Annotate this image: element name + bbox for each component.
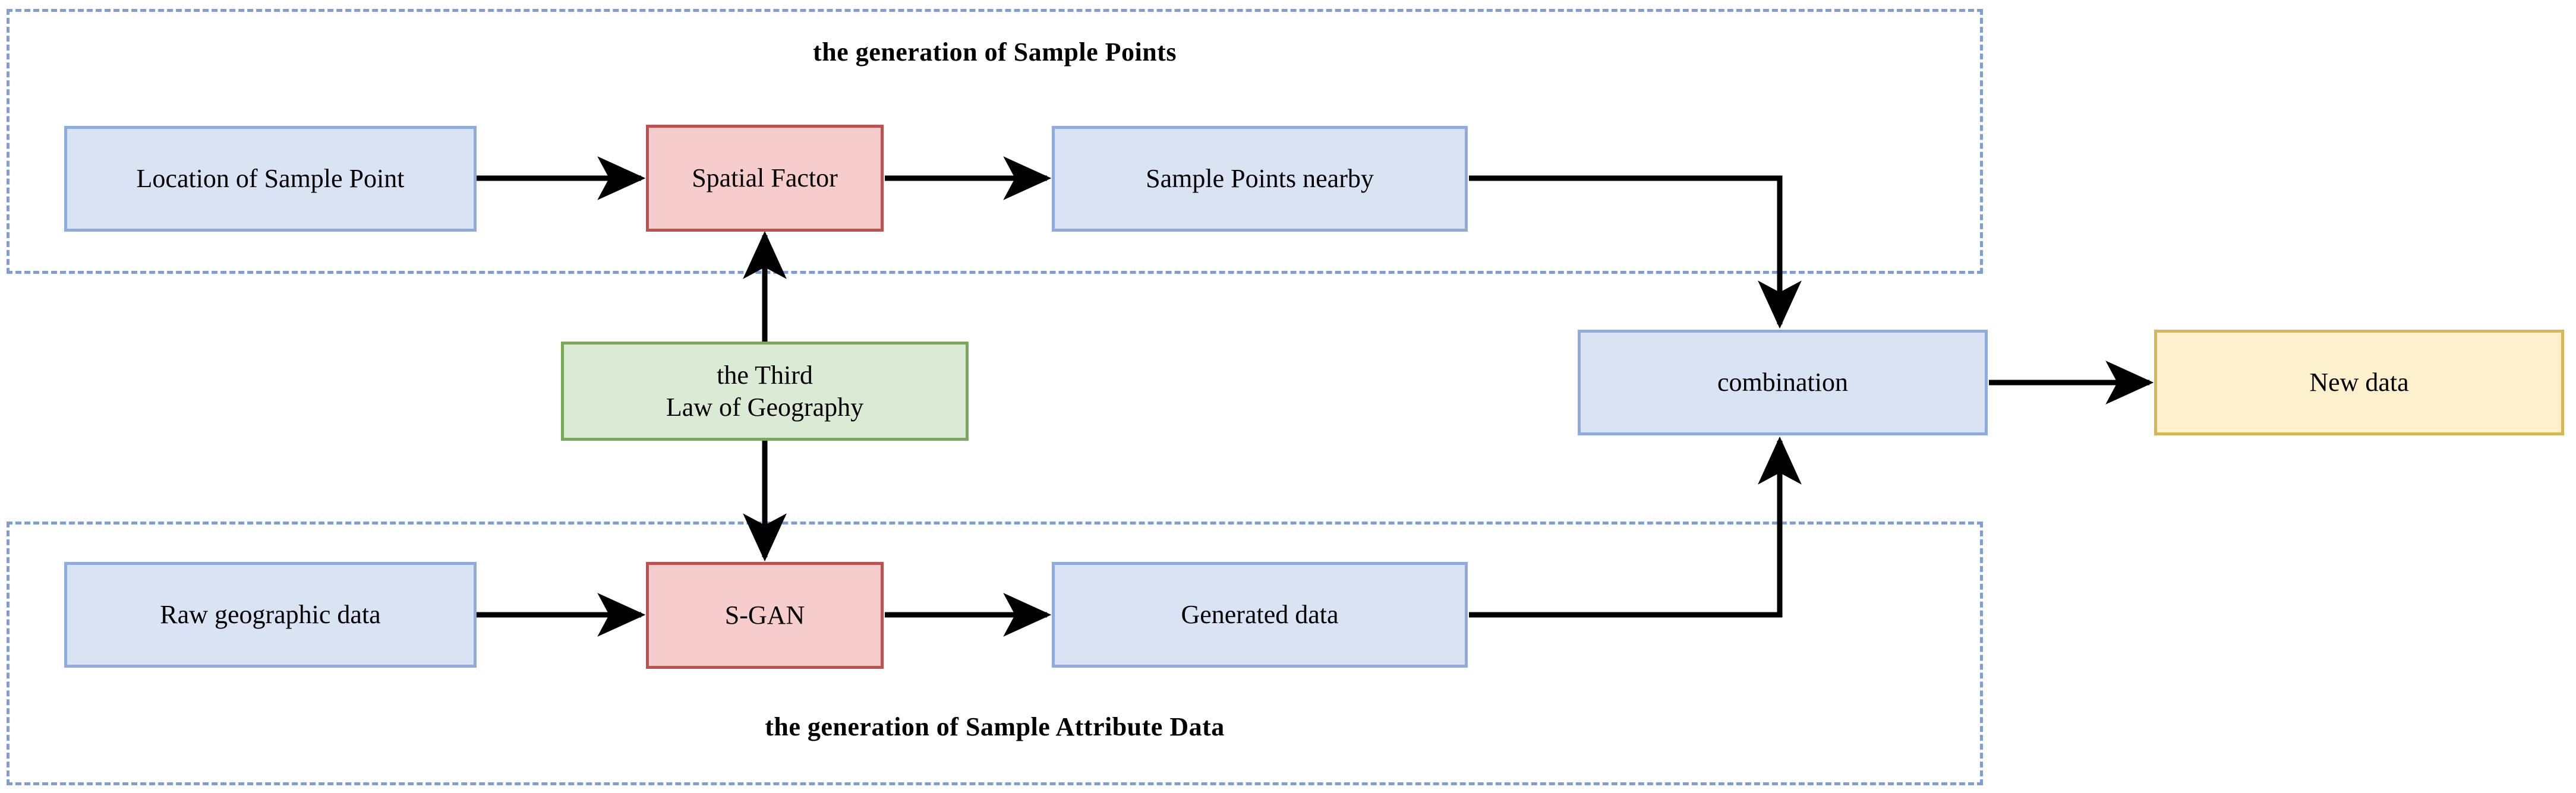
node-generated-data[interactable]: Generated data [1052,562,1468,668]
node-combination[interactable]: combination [1578,330,1988,435]
node-label: S-GAN [724,601,805,630]
node-location-of-sample-point[interactable]: Location of Sample Point [64,126,477,232]
node-label: Raw geographic data [160,600,381,630]
node-sample-points-nearby[interactable]: Sample Points nearby [1052,126,1468,232]
group-title-sample-attribute-data: the generation of Sample Attribute Data [765,712,1225,741]
node-label: Generated data [1181,600,1339,630]
node-label: Spatial Factor [692,163,838,193]
diagram-canvas: the generation of Sample Points the gene… [0,0,2576,793]
node-new-data[interactable]: New data [2154,330,2564,435]
node-label-line-1: the Third [717,360,813,390]
node-label: Sample Points nearby [1146,164,1374,194]
node-spatial-factor[interactable]: Spatial Factor [646,125,884,232]
node-third-law-of-geography[interactable]: the Third Law of Geography [561,342,969,441]
node-label: Location of Sample Point [136,164,405,194]
node-label: New data [2309,368,2409,397]
node-label-line-2: Law of Geography [666,392,864,422]
node-s-gan[interactable]: S-GAN [646,562,884,669]
group-title-sample-points: the generation of Sample Points [813,37,1177,67]
node-label: combination [1717,368,1848,397]
node-raw-geographic-data[interactable]: Raw geographic data [64,562,477,668]
